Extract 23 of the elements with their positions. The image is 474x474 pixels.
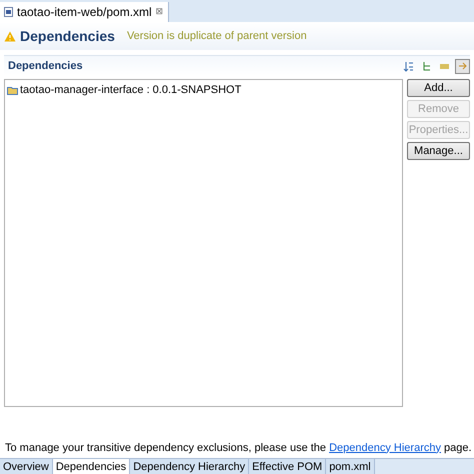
action-button[interactable]: Manage... bbox=[407, 142, 470, 160]
editor-tab-title: taotao-item-web/pom.xml bbox=[17, 4, 152, 21]
page-tab[interactable]: Effective POM bbox=[249, 459, 326, 474]
section-title: Dependencies bbox=[8, 58, 83, 74]
action-button[interactable]: Add... bbox=[407, 79, 470, 97]
page-tab[interactable]: Dependency Hierarchy bbox=[130, 459, 250, 474]
exclusions-note: To manage your transitive dependency exclusions, please use the Dependency Hierarchy page. bbox=[4, 440, 473, 456]
close-icon[interactable]: ⊠ bbox=[156, 5, 164, 19]
editor-tab[interactable]: taotao-item-web/pom.xml ⊠ bbox=[0, 2, 169, 22]
warning-message: Version is duplicate of parent version bbox=[126, 28, 307, 44]
tree-icon bbox=[421, 60, 432, 72]
arrow-icon bbox=[457, 60, 468, 72]
folder-icon bbox=[7, 86, 18, 95]
page-title: Dependencies bbox=[20, 26, 115, 46]
sort-icon bbox=[403, 60, 414, 72]
page-tab[interactable]: Dependencies bbox=[52, 459, 130, 474]
warning-icon bbox=[4, 30, 16, 42]
dependency-item[interactable]: taotao-manager-interface : 0.0.1-SNAPSHOT bbox=[7, 82, 400, 98]
xml-file-icon bbox=[4, 7, 13, 17]
page-tab[interactable]: pom.xml bbox=[326, 459, 375, 474]
page-tab[interactable]: Overview bbox=[0, 459, 53, 474]
dependency-hierarchy-link[interactable]: Dependency Hierarchy bbox=[329, 442, 441, 454]
toggle-toolbar-button[interactable] bbox=[455, 58, 470, 74]
